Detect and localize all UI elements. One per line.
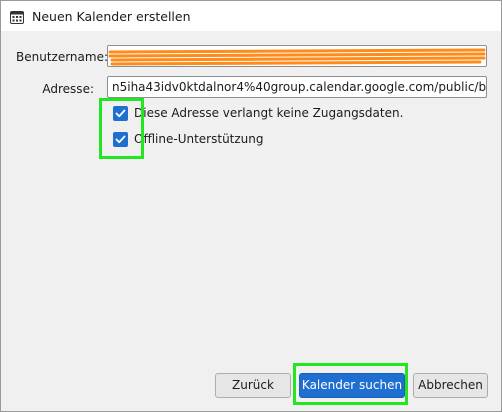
title-bar: Neuen Kalender erstellen	[1, 1, 501, 31]
checkbox-no-credentials[interactable]	[113, 106, 128, 121]
address-field[interactable]: n5iha43idv0ktdalnor4%40group.calendar.go…	[107, 76, 487, 98]
address-label: Adresse:	[42, 82, 94, 96]
username-field[interactable]	[107, 45, 487, 67]
calendar-icon	[10, 9, 24, 24]
checkmark-icon	[115, 135, 126, 144]
option-offline-support-label: Offline-Unterstützung	[134, 132, 264, 146]
address-value: n5iha43idv0ktdalnor4%40group.calendar.go…	[112, 80, 487, 94]
window-title: Neuen Kalender erstellen	[32, 9, 191, 24]
dialog-content: Benutzername: Adresse: n5iha43idv0ktdaln…	[1, 31, 501, 411]
checkbox-offline-support[interactable]	[113, 132, 128, 147]
checkmark-icon	[115, 109, 126, 118]
cancel-button[interactable]: Abbrechen	[413, 373, 488, 398]
username-label: Benutzername:	[16, 50, 109, 64]
search-calendar-button[interactable]: Kalender suchen	[299, 373, 405, 398]
option-no-credentials-label: Diese Adresse verlangt keine Zugangsdate…	[134, 106, 404, 120]
dialog-window: Neuen Kalender erstellen Benutzername: A…	[0, 0, 502, 412]
redaction-scribble	[108, 48, 486, 66]
back-button[interactable]: Zurück	[215, 373, 291, 398]
